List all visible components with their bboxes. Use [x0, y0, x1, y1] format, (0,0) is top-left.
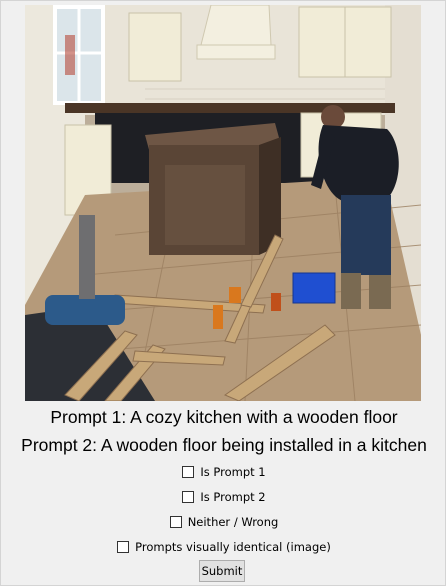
is-prompt-2-option[interactable]: Is Prompt 2 [1, 488, 446, 506]
identical-checkbox[interactable] [117, 541, 130, 553]
is-prompt-1-option[interactable]: Is Prompt 1 [1, 463, 446, 481]
identical-label: Prompts visually identical (image) [135, 540, 331, 554]
prompt-2-text: Prompt 2: A wooden floor being installed… [21, 435, 427, 455]
neither-checkbox[interactable] [169, 516, 182, 528]
is-prompt-2-label: Is Prompt 2 [200, 490, 266, 504]
kitchen-photo [25, 5, 421, 401]
prompt-1-text: Prompt 1: A cozy kitchen with a wooden f… [50, 407, 398, 427]
neither-label: Neither / Wrong [187, 515, 279, 529]
is-prompt-1-label: Is Prompt 1 [200, 465, 266, 479]
identical-option[interactable]: Prompts visually identical (image) [1, 538, 446, 556]
is-prompt-1-checkbox[interactable] [182, 466, 195, 478]
is-prompt-2-checkbox[interactable] [182, 491, 195, 503]
app-window: Prompt 1: A cozy kitchen with a wooden f… [0, 0, 446, 586]
submit-button[interactable]: Submit [199, 560, 245, 582]
neither-option[interactable]: Neither / Wrong [1, 513, 446, 531]
